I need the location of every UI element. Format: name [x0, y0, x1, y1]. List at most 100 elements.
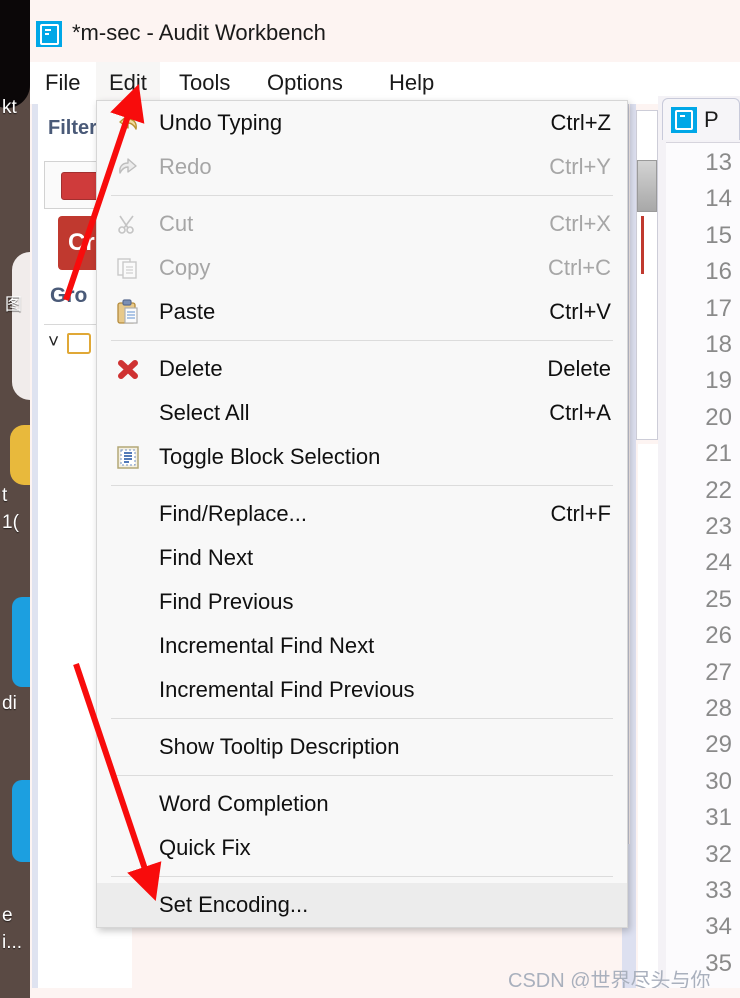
- line-number: 20: [705, 403, 732, 431]
- menu-item-label: Copy: [159, 255, 211, 280]
- menu-item-label: Incremental Find Previous: [159, 677, 415, 702]
- menu-item-label: Find/Replace...: [159, 501, 307, 526]
- menubar-item-file[interactable]: File: [32, 62, 93, 104]
- tab-label: P: [704, 106, 719, 132]
- issue-tree-row[interactable]: ˅: [48, 332, 92, 354]
- strip-text-fragment: di: [2, 693, 17, 714]
- line-number: 32: [705, 840, 732, 868]
- red-x-icon: [111, 354, 145, 384]
- menu-item-label: Show Tooltip Description: [159, 734, 400, 759]
- strip-yellow-shape: [10, 425, 30, 485]
- strip-dark-shape: [0, 0, 30, 108]
- block-sel-icon: [111, 442, 145, 472]
- menu-separator: [111, 876, 613, 877]
- menu-item-shortcut: Ctrl+C: [548, 255, 611, 280]
- line-number: 24: [705, 549, 732, 577]
- menu-item-shortcut: Delete: [547, 356, 611, 381]
- line-number: 19: [705, 367, 732, 395]
- group-by-label: Gro: [50, 284, 88, 307]
- menu-item-label: Toggle Block Selection: [159, 444, 381, 469]
- panel-gap: [630, 104, 636, 994]
- menubar-item-tools[interactable]: Tools: [166, 62, 243, 104]
- menu-item-label: Redo: [159, 154, 212, 179]
- menu-separator: [111, 340, 613, 341]
- menu-item-label: Incremental Find Next: [159, 633, 375, 658]
- line-number: 16: [705, 258, 732, 286]
- menubar-item-help[interactable]: Help: [376, 62, 447, 104]
- document-f-icon: [671, 106, 697, 133]
- menubar-item-options[interactable]: Options: [254, 62, 356, 104]
- severity-color-chip: [61, 172, 101, 200]
- no-icon: [111, 732, 145, 762]
- filter-panel-title: Filter: [48, 117, 97, 139]
- no-icon: [111, 587, 145, 617]
- panel-filler: [638, 444, 658, 994]
- edit-dropdown-menu[interactable]: Undo Typing Ctrl+Z Redo Ctrl+Y Cut Ctrl+X Copy…: [96, 100, 628, 928]
- menu-bar: File Edit Tools Options Help: [30, 62, 740, 104]
- line-number: 27: [705, 658, 732, 686]
- menu-item-shortcut: Ctrl+X: [549, 211, 611, 236]
- menu-item-shortcut: Ctrl+F: [550, 501, 612, 526]
- menu-item-label: Find Previous: [159, 589, 294, 614]
- no-icon: [111, 499, 145, 529]
- menu-separator: [111, 775, 613, 776]
- menu-item-select-all[interactable]: Select All Ctrl+A: [97, 391, 627, 435]
- menu-item-label: Set Encoding...: [159, 892, 309, 917]
- strip-text-fragment: 图: [5, 295, 22, 314]
- tab-project[interactable]: P: [662, 98, 740, 140]
- menu-item-word-completion[interactable]: Word Completion: [97, 782, 627, 826]
- clipboard-icon: [111, 297, 145, 327]
- no-icon: [111, 833, 145, 863]
- menu-item-show-tooltip-description[interactable]: Show Tooltip Description: [97, 725, 627, 769]
- line-number: 13: [705, 149, 732, 176]
- no-icon: [111, 675, 145, 705]
- line-number: 21: [705, 440, 732, 468]
- undo-icon: [111, 108, 145, 138]
- menu-item-incremental-find-previous[interactable]: Incremental Find Previous: [97, 668, 627, 712]
- strip-blue-shape-1: [12, 597, 30, 687]
- line-number: 30: [705, 767, 732, 795]
- line-number: 34: [705, 913, 732, 941]
- editor-panel: P 13 14 15 16 17 18 19 20 21 22 23 24 25 26 27 28 29 30 31…: [658, 96, 740, 995]
- menu-item-delete[interactable]: Delete Delete: [97, 347, 627, 391]
- menu-item-undo-typing[interactable]: Undo Typing Ctrl+Z: [97, 101, 627, 145]
- menu-item-label: Delete: [159, 356, 223, 381]
- line-number: 17: [705, 294, 732, 322]
- menubar-item-edit[interactable]: Edit: [96, 62, 160, 104]
- line-number: 26: [705, 622, 732, 650]
- menu-item-paste[interactable]: Paste Ctrl+V: [97, 290, 627, 334]
- menu-item-find-replace[interactable]: Find/Replace... Ctrl+F: [97, 492, 627, 536]
- menu-item-label: Select All: [159, 400, 250, 425]
- scrollbar-issue-marker: [641, 216, 644, 274]
- menu-item-shortcut: Ctrl+A: [549, 400, 611, 425]
- menu-item-incremental-find-next[interactable]: Incremental Find Next: [97, 624, 627, 668]
- window-title: *m-sec - Audit Workbench: [72, 20, 326, 45]
- menu-item-copy: Copy Ctrl+C: [97, 246, 627, 290]
- line-number: 14: [705, 185, 732, 213]
- menu-item-quick-fix[interactable]: Quick Fix: [97, 826, 627, 870]
- menu-item-shortcut: Ctrl+Y: [549, 154, 611, 179]
- screenshot-root: kt 图 t 1( di e i... *m-sec - Audit Workb…: [0, 0, 740, 998]
- menu-item-shortcut: Ctrl+V: [549, 299, 611, 324]
- menu-item-redo: Redo Ctrl+Y: [97, 145, 627, 189]
- window-bottom-edge: [30, 988, 740, 998]
- line-number-gutter: 13 14 15 16 17 18 19 20 21 22 23 24 25 26 27 28 29 30 31 32…: [666, 142, 740, 995]
- line-number: 18: [705, 331, 732, 358]
- scissors-icon: [111, 209, 145, 239]
- menu-item-shortcut: Ctrl+Z: [550, 110, 612, 135]
- menu-separator: [111, 718, 613, 719]
- menu-item-set-encoding[interactable]: Set Encoding...: [97, 883, 627, 927]
- menu-item-label: Quick Fix: [159, 835, 251, 860]
- strip-text-fragment: t: [2, 485, 8, 506]
- vertical-scrollbar-thumb[interactable]: [637, 160, 657, 212]
- strip-light-shape: [12, 252, 30, 400]
- menu-item-find-next[interactable]: Find Next: [97, 536, 627, 580]
- chevron-down-icon[interactable]: ˅: [48, 332, 59, 354]
- title-bar: *m-sec - Audit Workbench: [30, 4, 740, 62]
- line-number: 25: [705, 585, 732, 613]
- menu-item-label: Find Next: [159, 545, 254, 570]
- menu-item-toggle-block-selection[interactable]: Toggle Block Selection: [97, 435, 627, 479]
- line-number: 23: [705, 513, 732, 540]
- menu-item-cut: Cut Ctrl+X: [97, 202, 627, 246]
- menu-item-find-previous[interactable]: Find Previous: [97, 580, 627, 624]
